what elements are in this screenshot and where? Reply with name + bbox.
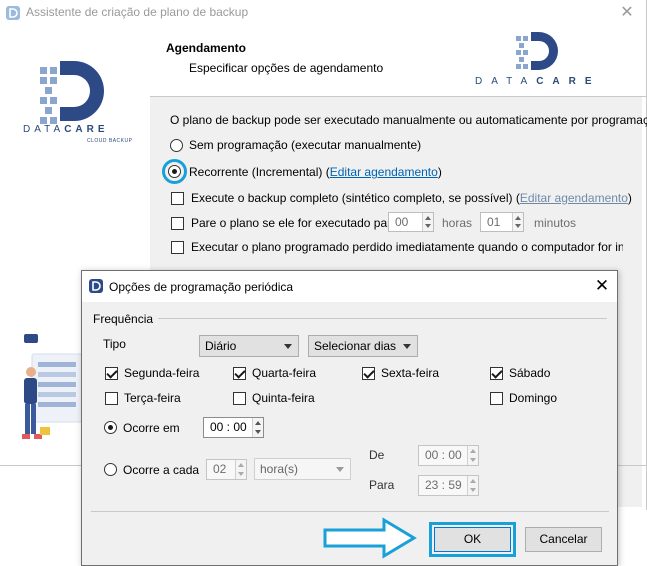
occurs-every-radio[interactable] xyxy=(104,463,117,476)
app-icon xyxy=(6,6,20,20)
edit-schedule-link[interactable]: Editar agendamento xyxy=(330,165,438,179)
stop-plan-checkbox[interactable] xyxy=(171,217,184,230)
occurs-at-time-input[interactable]: 00 : 00 xyxy=(203,417,264,438)
frequency-group-label: Frequência xyxy=(93,312,154,326)
dialog-footer-separator xyxy=(91,511,609,512)
radio-highlight-annotation xyxy=(162,159,187,184)
wednesday-checkbox[interactable] xyxy=(233,367,246,380)
ok-button-highlight-annotation xyxy=(429,522,516,557)
app-icon xyxy=(89,279,103,293)
saturday-checkbox[interactable] xyxy=(490,367,503,380)
thursday-checkbox[interactable] xyxy=(233,392,246,405)
header-subtitle: Especificar opções de agendamento xyxy=(189,61,384,75)
wednesday-label: Quarta-feira xyxy=(252,366,317,380)
full-backup-label: Execute o backup completo (sintético com… xyxy=(191,191,632,205)
friday-checkbox[interactable] xyxy=(362,367,375,380)
occurs-every-label: Ocorre a cada xyxy=(123,463,200,477)
monday-label: Segunda-feira xyxy=(124,366,200,380)
stop-minutes-spinner[interactable]: 01 xyxy=(480,212,524,232)
interval-unit-select[interactable]: hora(s) xyxy=(254,458,351,480)
thursday-label: Quinta-feira xyxy=(252,391,315,405)
occurs-at-radio[interactable] xyxy=(104,421,117,434)
monday-checkbox[interactable] xyxy=(105,367,118,380)
person-illustration-icon xyxy=(22,334,85,439)
type-label: Tipo xyxy=(103,337,126,351)
occurs-at-label: Ocorre em xyxy=(123,421,180,435)
missed-run-label: Executar o plano programado perdido imed… xyxy=(191,240,623,254)
interval-value-spinner[interactable]: 02 xyxy=(206,459,247,480)
close-icon[interactable]: ✕ xyxy=(619,2,635,22)
stop-minutes-unit: minutos xyxy=(534,216,577,230)
tuesday-checkbox[interactable] xyxy=(105,392,118,405)
header-title: Agendamento xyxy=(166,41,247,55)
select-days-dropdown[interactable]: Selecionar dias xyxy=(308,335,418,357)
header-logo-icon xyxy=(516,32,558,70)
stop-hours-unit: horas xyxy=(442,216,473,230)
frequency-group-line xyxy=(158,318,607,319)
from-label: De xyxy=(369,448,385,462)
to-time-input[interactable]: 23 : 59 xyxy=(418,475,479,496)
cancel-button[interactable]: Cancelar xyxy=(525,527,602,552)
from-time-input[interactable]: 00 : 00 xyxy=(418,445,479,466)
header-logo-text: DATACARE xyxy=(475,76,601,87)
radio-manual[interactable] xyxy=(170,139,183,152)
to-label: Para xyxy=(369,478,395,492)
intro-text: O plano de backup pode ser executado man… xyxy=(170,113,647,127)
stop-hours-spinner[interactable]: 00 xyxy=(388,212,434,232)
arrow-right-icon xyxy=(323,517,417,559)
window-title: Assistente de criação de plano de backup xyxy=(26,5,249,19)
stop-plan-label: Pare o plano se ele for executado para: xyxy=(191,216,402,230)
logo-text: DATACARE xyxy=(23,124,109,135)
saturday-label: Sábado xyxy=(509,366,551,380)
full-backup-schedule-link[interactable]: Editar agendamento xyxy=(520,191,628,205)
radio-manual-label: Sem programação (executar manualmente) xyxy=(189,138,422,152)
tuesday-label: Terça-feira xyxy=(124,391,181,405)
type-select[interactable]: Diário xyxy=(199,335,299,357)
friday-label: Sexta-feira xyxy=(381,366,440,380)
sunday-label: Domingo xyxy=(509,391,558,405)
dialog-title: Opções de programação periódica xyxy=(109,280,294,294)
radio-recurring-label: Recorrente (Incremental) (Editar agendam… xyxy=(189,165,442,179)
sunday-checkbox[interactable] xyxy=(490,392,503,405)
logo-subtitle: CLOUD BACKUP xyxy=(87,138,133,144)
close-icon[interactable]: ✕ xyxy=(594,276,610,296)
missed-run-checkbox[interactable] xyxy=(171,241,184,254)
schedule-options-dialog: Opções de programação periódica ✕ Frequê… xyxy=(81,270,618,566)
full-backup-checkbox[interactable] xyxy=(171,192,184,205)
